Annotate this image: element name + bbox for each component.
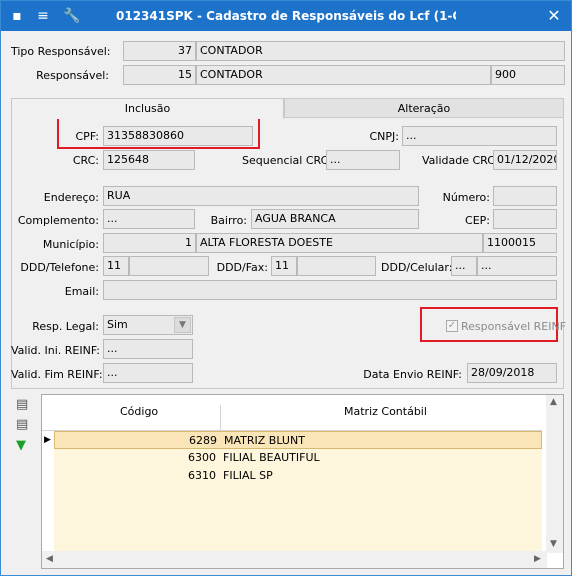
- cell-codigo: 6310: [188, 469, 216, 482]
- numero-input[interactable]: [493, 186, 557, 206]
- cell-matriz: FILIAL BEAUTIFUL: [223, 451, 320, 464]
- ddd-fax-ddd[interactable]: 11: [271, 256, 297, 276]
- table-row[interactable]: 6310 FILIAL SP: [54, 467, 542, 485]
- cnpj-input[interactable]: ...: [402, 126, 557, 146]
- valid-ini-label: Valid. Ini. REINF:: [11, 344, 101, 357]
- ddd-celular-number[interactable]: ...: [477, 256, 557, 276]
- matriz-grid: Código Matriz Contábil ▶ 6289 MATRIZ BLU…: [41, 394, 564, 569]
- scroll-up-icon[interactable]: ▲: [550, 397, 557, 407]
- move-down-icon[interactable]: ▼: [16, 438, 34, 454]
- complemento-input[interactable]: ...: [103, 209, 195, 229]
- scroll-right-icon[interactable]: ▶: [534, 554, 541, 564]
- email-input[interactable]: [103, 280, 557, 300]
- responsavel-extra: 900: [491, 65, 565, 85]
- column-matriz[interactable]: Matriz Contábil: [344, 405, 427, 418]
- table-row[interactable]: 6300 FILIAL BEAUTIFUL: [54, 449, 542, 467]
- ddd-celular-ddd[interactable]: ...: [451, 256, 477, 276]
- cell-matriz: FILIAL SP: [223, 469, 273, 482]
- endereco-input[interactable]: RUA: [103, 186, 419, 206]
- endereco-label: Endereço:: [43, 191, 99, 204]
- responsavel-label: Responsável:: [36, 69, 109, 82]
- municipio-label: Município:: [42, 238, 99, 251]
- cep-label: CEP:: [465, 214, 490, 227]
- tipo-responsavel-code[interactable]: 37: [123, 41, 196, 61]
- reinf-checkbox-label: Responsável REINF: [461, 320, 567, 333]
- ddd-telefone-number[interactable]: [129, 256, 209, 276]
- cell-codigo: 6289: [189, 434, 217, 447]
- cell-matriz: MATRIZ BLUNT: [224, 434, 305, 447]
- crc-input[interactable]: 125648: [103, 150, 195, 170]
- crc-label: CRC:: [72, 154, 99, 167]
- cpf-highlight: [57, 117, 260, 149]
- valid-fim-label: Valid. Fim REINF:: [11, 368, 103, 381]
- table-row[interactable]: 6289 MATRIZ BLUNT: [54, 431, 542, 449]
- seq-crc-label: Sequencial CRC:: [242, 154, 333, 167]
- municipio-name: ALTA FLORESTA DOESTE: [196, 233, 483, 253]
- cell-codigo: 6300: [188, 451, 216, 464]
- vertical-scrollbar[interactable]: ▲ ▼: [546, 395, 563, 553]
- row-indicator-icon: ▶: [44, 435, 51, 445]
- responsavel-desc: CONTADOR: [196, 65, 491, 85]
- close-icon[interactable]: ✕: [545, 7, 563, 25]
- resp-legal-value: Sim: [107, 318, 128, 331]
- email-label: Email:: [64, 285, 99, 298]
- app-icon[interactable]: ▪: [9, 8, 25, 24]
- bairro-label: Bairro:: [210, 214, 247, 227]
- title-bar: ▪ ≡ 🔧 012341SPK - Cadastro de Responsáve…: [1, 1, 571, 31]
- wrench-icon[interactable]: 🔧: [63, 8, 80, 24]
- add-row-icon[interactable]: ▤: [16, 397, 34, 413]
- municipio-ibge: 1100015: [483, 233, 557, 253]
- horizontal-scrollbar[interactable]: ◀ ▶: [42, 551, 547, 568]
- remove-row-icon[interactable]: ▤: [16, 417, 34, 433]
- scroll-left-icon[interactable]: ◀: [46, 554, 53, 564]
- reinf-checkbox[interactable]: ✓: [446, 320, 458, 332]
- ddd-telefone-label: DDD/Telefone:: [20, 261, 99, 274]
- grid-header: Código Matriz Contábil: [42, 395, 542, 441]
- tab-inclusao[interactable]: Inclusão: [11, 98, 284, 119]
- seq-crc-input[interactable]: ...: [326, 150, 400, 170]
- numero-label: Número:: [442, 191, 490, 204]
- bairro-input[interactable]: AGUA BRANCA: [251, 209, 419, 229]
- tab-alteracao[interactable]: Alteração: [284, 98, 564, 119]
- data-envio-label: Data Envio REINF:: [363, 368, 462, 381]
- layers-icon[interactable]: ≡: [35, 8, 51, 24]
- valid-ini-input[interactable]: ...: [103, 339, 193, 359]
- responsavel-code[interactable]: 15: [123, 65, 196, 85]
- validade-crc-input[interactable]: 01/12/2020: [493, 150, 557, 170]
- tipo-responsavel-label: Tipo Responsável:: [11, 45, 111, 58]
- main-window: ▪ ≡ 🔧 012341SPK - Cadastro de Responsáve…: [0, 0, 572, 576]
- resp-legal-label: Resp. Legal:: [32, 320, 99, 333]
- ddd-fax-label: DDD/Fax:: [216, 261, 268, 274]
- cep-input[interactable]: [493, 209, 557, 229]
- ddd-telefone-ddd[interactable]: 11: [103, 256, 129, 276]
- ddd-fax-number[interactable]: [297, 256, 376, 276]
- empty-grid-area: [54, 485, 542, 553]
- window-title: 012341SPK - Cadastro de Responsáveis do …: [116, 9, 456, 23]
- resp-legal-select[interactable]: Sim ▼: [103, 315, 193, 335]
- validade-crc-label: Validade CRC:: [422, 154, 499, 167]
- municipio-code[interactable]: 1: [103, 233, 196, 253]
- complemento-label: Complemento:: [17, 214, 99, 227]
- chevron-down-icon[interactable]: ▼: [174, 317, 191, 333]
- scroll-down-icon[interactable]: ▼: [550, 539, 557, 549]
- column-codigo[interactable]: Código: [120, 405, 158, 418]
- valid-fim-input[interactable]: ...: [103, 363, 193, 383]
- data-envio-input[interactable]: 28/09/2018: [467, 363, 557, 383]
- tipo-responsavel-desc: CONTADOR: [196, 41, 565, 61]
- ddd-celular-label: DDD/Celular:: [381, 261, 453, 274]
- cnpj-label: CNPJ:: [369, 130, 400, 143]
